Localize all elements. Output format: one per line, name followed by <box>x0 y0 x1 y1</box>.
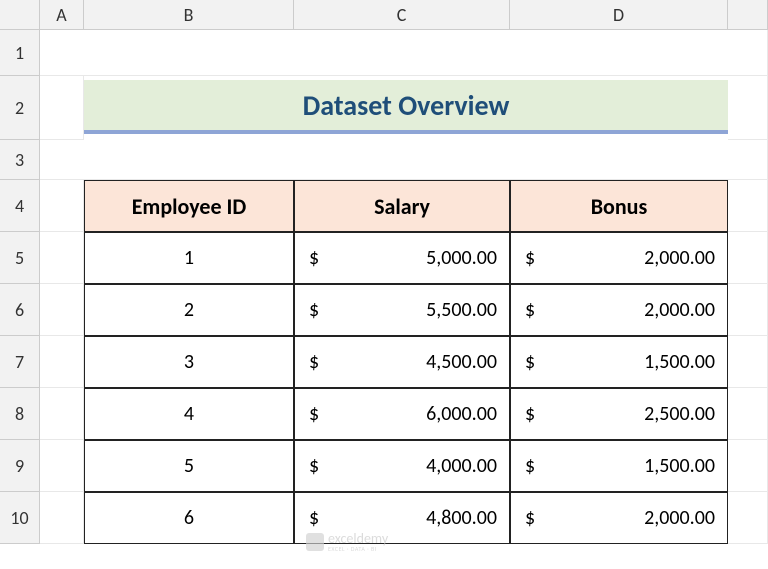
table-row-bonus[interactable]: $2,000.00 <box>510 232 728 284</box>
cell-a4[interactable] <box>40 180 84 232</box>
table-row-salary[interactable]: $4,500.00 <box>294 336 510 388</box>
col-header-d[interactable]: D <box>510 0 728 30</box>
currency-symbol: $ <box>525 402 535 426</box>
table-row-id[interactable]: 6 <box>84 492 294 544</box>
watermark-name: exceldemy <box>328 532 388 546</box>
bonus-value: 2,000.00 <box>644 298 715 322</box>
currency-symbol: $ <box>525 350 535 374</box>
table-row-bonus[interactable]: $2,500.00 <box>510 388 728 440</box>
table-row-id[interactable]: 1 <box>84 232 294 284</box>
table-row-id[interactable]: 4 <box>84 388 294 440</box>
col-header-c[interactable]: C <box>294 0 510 30</box>
cell-e7[interactable] <box>728 336 768 388</box>
salary-value: 5,000.00 <box>426 246 497 270</box>
page-title[interactable]: Dataset Overview <box>84 80 728 134</box>
row-header-1[interactable]: 1 <box>0 30 40 76</box>
bonus-value: 2,500.00 <box>644 402 715 426</box>
salary-value: 6,000.00 <box>426 402 497 426</box>
salary-value: 5,500.00 <box>426 298 497 322</box>
currency-symbol: $ <box>309 350 319 374</box>
currency-symbol: $ <box>309 246 319 270</box>
bonus-value: 2,000.00 <box>644 506 715 530</box>
table-row-bonus[interactable]: $2,000.00 <box>510 284 728 336</box>
row-header-10[interactable]: 10 <box>0 492 40 544</box>
table-row-bonus[interactable]: $1,500.00 <box>510 440 728 492</box>
currency-symbol: $ <box>309 298 319 322</box>
grid-corner[interactable] <box>0 0 40 30</box>
salary-value: 4,000.00 <box>426 454 497 478</box>
bonus-value: 1,500.00 <box>644 454 715 478</box>
cell-e2[interactable] <box>728 76 768 140</box>
col-header-a[interactable]: A <box>40 0 84 30</box>
cell-a1[interactable] <box>40 30 768 76</box>
cell-a8[interactable] <box>40 388 84 440</box>
table-row-salary[interactable]: $5,000.00 <box>294 232 510 284</box>
bonus-value: 1,500.00 <box>644 350 715 374</box>
row-header-7[interactable]: 7 <box>0 336 40 388</box>
table-row-id[interactable]: 2 <box>84 284 294 336</box>
currency-symbol: $ <box>525 246 535 270</box>
watermark: exceldemy EXCEL · DATA · BI <box>306 532 388 552</box>
cell-a5[interactable] <box>40 232 84 284</box>
table-row-id[interactable]: 3 <box>84 336 294 388</box>
cell-e4[interactable] <box>728 180 768 232</box>
cell-a2[interactable] <box>40 76 84 140</box>
table-header-bonus[interactable]: Bonus <box>510 180 728 232</box>
table-header-employee-id[interactable]: Employee ID <box>84 180 294 232</box>
row-header-5[interactable]: 5 <box>0 232 40 284</box>
spreadsheet-grid: A B C D 1 2 Dataset Overview 3 4 Employe… <box>0 0 768 544</box>
cell-e10[interactable] <box>728 492 768 544</box>
watermark-sub: EXCEL · DATA · BI <box>328 546 388 552</box>
table-row-bonus[interactable]: $2,000.00 <box>510 492 728 544</box>
row-header-6[interactable]: 6 <box>0 284 40 336</box>
row-header-4[interactable]: 4 <box>0 180 40 232</box>
currency-symbol: $ <box>525 506 535 530</box>
row-header-2[interactable]: 2 <box>0 76 40 140</box>
bonus-value: 2,000.00 <box>644 246 715 270</box>
cell-e6[interactable] <box>728 284 768 336</box>
currency-symbol: $ <box>309 454 319 478</box>
col-header-blank[interactable] <box>728 0 768 30</box>
cell-a9[interactable] <box>40 440 84 492</box>
table-row-bonus[interactable]: $1,500.00 <box>510 336 728 388</box>
row-header-8[interactable]: 8 <box>0 388 40 440</box>
currency-symbol: $ <box>309 402 319 426</box>
table-row-salary[interactable]: $6,000.00 <box>294 388 510 440</box>
currency-symbol: $ <box>309 506 319 530</box>
row-header-9[interactable]: 9 <box>0 440 40 492</box>
cell-e8[interactable] <box>728 388 768 440</box>
table-row-salary[interactable]: $4,000.00 <box>294 440 510 492</box>
row-header-3[interactable]: 3 <box>0 140 40 180</box>
table-header-salary[interactable]: Salary <box>294 180 510 232</box>
col-header-b[interactable]: B <box>84 0 294 30</box>
currency-symbol: $ <box>525 454 535 478</box>
salary-value: 4,800.00 <box>426 506 497 530</box>
table-row-id[interactable]: 5 <box>84 440 294 492</box>
cell-a7[interactable] <box>40 336 84 388</box>
cell-a3[interactable] <box>40 140 768 180</box>
cell-a6[interactable] <box>40 284 84 336</box>
cell-e5[interactable] <box>728 232 768 284</box>
currency-symbol: $ <box>525 298 535 322</box>
table-row-salary[interactable]: $5,500.00 <box>294 284 510 336</box>
cell-e9[interactable] <box>728 440 768 492</box>
salary-value: 4,500.00 <box>426 350 497 374</box>
logo-icon <box>306 533 324 551</box>
cell-a10[interactable] <box>40 492 84 544</box>
